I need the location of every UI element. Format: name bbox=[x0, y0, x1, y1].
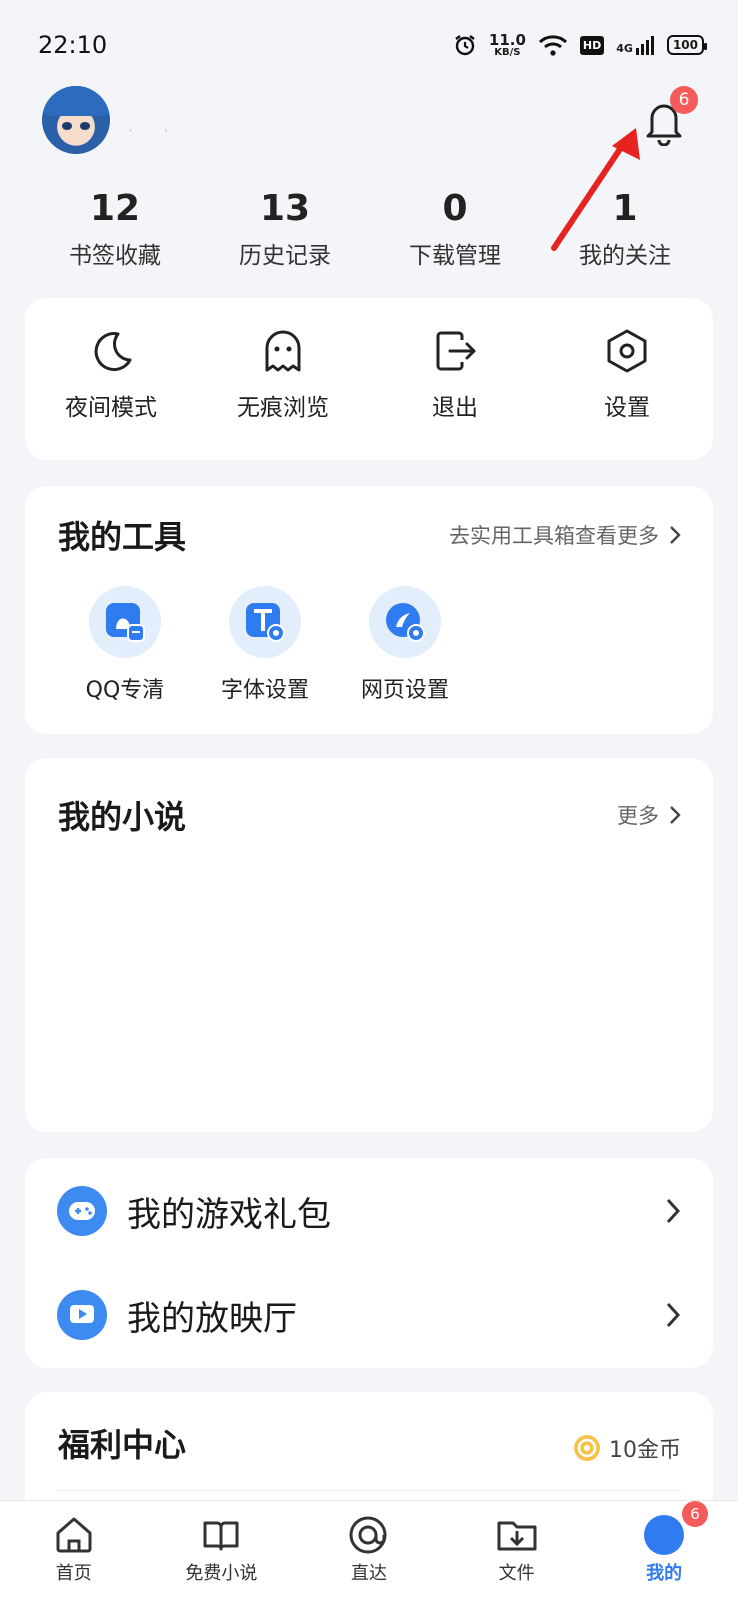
stat-value: 13 bbox=[259, 188, 311, 229]
profile-header[interactable]: · · bbox=[42, 86, 171, 154]
chevron-right-icon bbox=[670, 806, 681, 824]
logout-icon bbox=[436, 331, 476, 371]
stat-downloads[interactable]: 0 下载管理 bbox=[370, 186, 540, 270]
nav-home[interactable]: 首页 bbox=[0, 1501, 148, 1600]
nav-label: 文件 bbox=[498, 1563, 535, 1584]
moon-icon bbox=[94, 332, 132, 372]
chevron-right-icon bbox=[666, 1302, 681, 1328]
quick-label: 无痕浏览 bbox=[237, 395, 329, 421]
stat-following[interactable]: 1 我的关注 bbox=[540, 186, 710, 270]
font-settings-icon bbox=[229, 586, 301, 658]
row-label: 我的游戏礼包 bbox=[127, 1194, 331, 1235]
tool-label: QQ专清 bbox=[85, 678, 165, 703]
notification-badge: 6 bbox=[670, 86, 698, 114]
stat-bookmarks[interactable]: 12 书签收藏 bbox=[30, 186, 200, 270]
divider bbox=[57, 1490, 681, 1491]
novel-card: 我的小说 更多 bbox=[25, 758, 713, 1132]
novel-more-label: 更多 bbox=[617, 804, 659, 828]
nav-label: 免费小说 bbox=[185, 1563, 258, 1584]
file-icon bbox=[497, 1521, 537, 1551]
status-bar: 22:10 11.0 KB/S HD 4G 100 bbox=[0, 0, 738, 90]
tool-label: 字体设置 bbox=[220, 678, 309, 703]
novel-more-link[interactable]: 更多 bbox=[617, 800, 681, 830]
direct-icon bbox=[349, 1516, 387, 1554]
network-type: 4G bbox=[616, 42, 633, 55]
stat-label: 书签收藏 bbox=[69, 243, 161, 269]
stat-value: 1 bbox=[612, 188, 638, 229]
stat-label: 下载管理 bbox=[409, 243, 501, 269]
settings-button[interactable]: 设置 bbox=[541, 298, 713, 460]
row-label: 我的放映厅 bbox=[127, 1298, 297, 1339]
tools-more-link[interactable]: 去实用工具箱查看更多 bbox=[449, 520, 681, 550]
status-icons: 11.0 KB/S HD 4G 100 bbox=[453, 30, 708, 58]
play-icon bbox=[57, 1290, 107, 1340]
tools-card: 我的工具 去实用工具箱查看更多 QQ专清 字体设置 网页设置 bbox=[25, 486, 713, 734]
incognito-button[interactable]: 无痕浏览 bbox=[197, 298, 369, 460]
game-controller-icon bbox=[57, 1186, 107, 1236]
tool-font-settings[interactable]: 字体设置 bbox=[217, 586, 313, 704]
tools-list: QQ专清 字体设置 网页设置 bbox=[77, 586, 453, 704]
list-card: 我的游戏礼包 我的放映厅 bbox=[25, 1158, 713, 1368]
novel-title: 我的小说 bbox=[58, 798, 187, 836]
coin-icon bbox=[574, 1435, 600, 1461]
nav-free-novels[interactable]: 免费小说 bbox=[148, 1501, 296, 1600]
webpage-settings-icon bbox=[369, 586, 441, 658]
tools-more-label: 去实用工具箱查看更多 bbox=[449, 524, 659, 548]
home-icon bbox=[56, 1517, 92, 1553]
stat-value: 12 bbox=[89, 188, 141, 229]
status-time: 22:10 bbox=[38, 31, 108, 59]
tool-webpage-settings[interactable]: 网页设置 bbox=[357, 586, 453, 704]
nav-files[interactable]: 文件 bbox=[443, 1501, 591, 1600]
me-icon bbox=[644, 1515, 685, 1555]
chevron-right-icon bbox=[666, 1198, 681, 1224]
nav-label: 我的 bbox=[646, 1563, 683, 1584]
notification-button[interactable]: 6 bbox=[642, 86, 698, 147]
nav-direct[interactable]: 直达 bbox=[295, 1501, 443, 1600]
stat-label: 我的关注 bbox=[579, 243, 671, 269]
battery-icon: 100 bbox=[666, 35, 708, 55]
speed-value: 11.0 bbox=[488, 30, 526, 49]
stat-history[interactable]: 13 历史记录 bbox=[200, 186, 370, 270]
qq-clean-icon bbox=[89, 586, 161, 658]
nav-me[interactable]: 我的 6 bbox=[590, 1501, 738, 1600]
network-speed: 11.0 KB/S bbox=[488, 30, 526, 58]
bottom-nav: 首页 免费小说 直达 文件 我的 6 bbox=[0, 1500, 738, 1600]
book-icon bbox=[203, 1521, 239, 1551]
ghost-icon bbox=[265, 330, 301, 372]
welfare-title: 福利中心 bbox=[58, 1426, 187, 1464]
stat-label: 历史记录 bbox=[239, 243, 331, 269]
settings-icon bbox=[607, 329, 647, 373]
nav-label: 直达 bbox=[350, 1563, 387, 1584]
hd-badge: HD bbox=[579, 35, 605, 55]
wifi-icon bbox=[538, 35, 567, 56]
screening-room-row[interactable]: 我的放映厅 bbox=[57, 1280, 681, 1350]
coins-balance[interactable]: 10金币 bbox=[573, 1432, 681, 1464]
coins-label: 10金币 bbox=[609, 1438, 681, 1463]
quick-label: 设置 bbox=[604, 395, 650, 421]
tool-label: 网页设置 bbox=[360, 678, 449, 703]
chevron-right-icon bbox=[670, 526, 681, 544]
night-mode-button[interactable]: 夜间模式 bbox=[25, 298, 197, 460]
logout-button[interactable]: 退出 bbox=[369, 298, 541, 460]
stats-row: 12 书签收藏 13 历史记录 0 下载管理 1 我的关注 bbox=[30, 186, 710, 270]
tool-qq-clean[interactable]: QQ专清 bbox=[77, 586, 173, 704]
stat-value: 0 bbox=[442, 188, 468, 229]
speed-unit: KB/S bbox=[494, 46, 521, 58]
signal-icon: 4G bbox=[616, 35, 655, 55]
quick-actions-card: 夜间模式 无痕浏览 退出 设置 bbox=[25, 298, 713, 460]
username[interactable]: · · bbox=[128, 121, 171, 140]
quick-label: 退出 bbox=[432, 395, 478, 421]
alarm-icon bbox=[455, 35, 475, 56]
nav-badge: 6 bbox=[681, 1501, 708, 1527]
quick-label: 夜间模式 bbox=[65, 395, 157, 421]
tools-title: 我的工具 bbox=[58, 518, 187, 556]
game-gift-row[interactable]: 我的游戏礼包 bbox=[57, 1176, 681, 1246]
avatar[interactable] bbox=[42, 86, 110, 154]
nav-label: 首页 bbox=[55, 1563, 92, 1584]
